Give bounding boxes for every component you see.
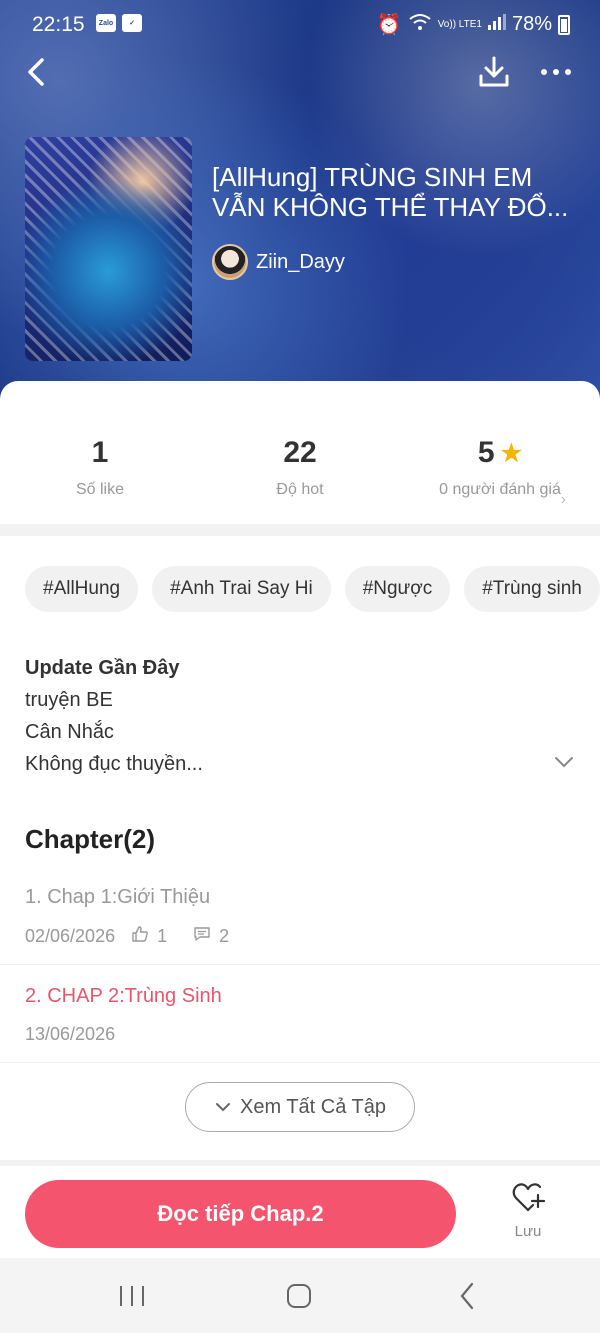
description-title: Update Gần Đây (25, 657, 180, 679)
recent-apps-button[interactable] (112, 1280, 152, 1312)
stat-likes-label: Số like (75, 481, 125, 498)
checkbox-notification-icon: ✓ (122, 14, 142, 32)
description-line: Không đục thuyền... (25, 753, 203, 775)
tag-chip[interactable]: #Ngược (344, 566, 451, 612)
system-nav-bar (0, 1258, 600, 1333)
status-time: 22:15 (32, 13, 85, 36)
comment-icon (193, 926, 211, 947)
chevron-down-icon (555, 757, 573, 768)
save-label: Lưu (514, 1223, 542, 1240)
chapter-title[interactable]: 1. Chap 1:Giới Thiệu (25, 886, 210, 909)
save-button[interactable]: Lưu (498, 1182, 558, 1252)
thumbs-up-icon (131, 926, 149, 947)
chapter-meta: 13/06/2026 (25, 1024, 115, 1045)
chapter-date: 13/06/2026 (25, 1024, 116, 1044)
description-line: Cân Nhắc (25, 721, 114, 743)
author-avatar[interactable] (212, 244, 248, 280)
recent-apps-icon (120, 1286, 144, 1306)
description-line: truyện BE (25, 689, 113, 711)
system-back-icon (460, 1282, 474, 1310)
back-button[interactable] (22, 54, 54, 90)
zalo-notification-icon: Zalo (96, 14, 116, 32)
chevron-right-icon[interactable]: › (561, 491, 566, 509)
stat-hot-value: 22 (283, 436, 317, 469)
stats-section: 1 Số like 22 Độ hot 5 ★ 0 người đánh giá… (0, 381, 600, 536)
continue-reading-button[interactable]: Đọc tiếp Chap.2 (25, 1180, 456, 1248)
tag-chip[interactable]: #Anh Trai Say Hi (152, 566, 331, 612)
back-arrow-icon (28, 58, 44, 86)
stat-likes-value: 1 (91, 436, 109, 469)
chapter-comments: 2 (219, 926, 230, 946)
chapter-title[interactable]: 2. CHAP 2:Trùng Sinh (25, 985, 222, 1008)
system-back-button[interactable] (448, 1280, 488, 1312)
view-all-label: Xem Tất Cả Tập (240, 1095, 386, 1118)
stat-hot: 22 Độ hot (200, 436, 400, 500)
chapter-item[interactable]: 1. Chap 1:Giới Thiệu 02/06/2026 1 2 (0, 866, 600, 965)
tag-chip[interactable]: #Trùng sinh (464, 566, 600, 612)
signal-icon (487, 13, 506, 36)
more-dots-icon (541, 69, 571, 75)
author-name[interactable]: Ziin_Dayy (256, 251, 345, 274)
author-info[interactable]: Ziin_Dayy (212, 244, 345, 280)
story-title: [AllHung] TRÙNG SINH EM VẪN KHÔNG THỂ TH… (212, 162, 569, 222)
chapter-likes: 1 (157, 926, 168, 946)
expand-description-button[interactable] (552, 752, 576, 772)
star-icon: ★ (500, 439, 523, 467)
bottom-action-bar: Đọc tiếp Chap.2 Lưu (0, 1160, 600, 1258)
network-type: Vo)) LTE1 (437, 18, 482, 30)
download-icon (479, 56, 509, 87)
home-button[interactable] (279, 1280, 319, 1312)
top-nav (0, 50, 600, 94)
chapter-date: 02/06/2026 (25, 926, 116, 946)
view-all-chapters-button[interactable]: Xem Tất Cả Tập (185, 1082, 415, 1132)
alarm-icon: ⏰ (376, 14, 402, 36)
story-cover-image[interactable] (25, 137, 192, 361)
tag-chip[interactable]: #AllHung (25, 566, 139, 612)
chapters-heading: Chapter(2) (25, 824, 156, 854)
story-description: Update Gần Đây truyện BE Cân Nhắc Không … (25, 652, 575, 780)
more-options-button[interactable] (538, 54, 574, 90)
battery-percent: 78% (511, 13, 552, 35)
stat-rating-value: 5 (477, 436, 495, 469)
chapter-meta: 02/06/2026 1 2 (25, 926, 229, 947)
chevron-down-icon (216, 1103, 230, 1112)
stat-likes: 1 Số like (0, 436, 200, 500)
stat-rating[interactable]: 5 ★ 0 người đánh giá (420, 436, 580, 500)
tag-list: #AllHung #Anh Trai Say Hi #Ngược #Trùng … (25, 566, 600, 612)
stat-rating-label: 0 người đánh giá (439, 481, 561, 498)
status-bar: 22:15 Zalo ✓ ⏰ Vo)) LTE1 78% (0, 0, 600, 48)
heart-plus-icon (512, 1183, 546, 1212)
home-icon (287, 1284, 311, 1308)
stat-hot-label: Độ hot (276, 481, 324, 498)
wifi-icon (408, 13, 432, 37)
chapter-item[interactable]: 2. CHAP 2:Trùng Sinh 13/06/2026 (0, 965, 600, 1063)
battery-icon (558, 14, 570, 35)
download-button[interactable] (476, 54, 512, 90)
